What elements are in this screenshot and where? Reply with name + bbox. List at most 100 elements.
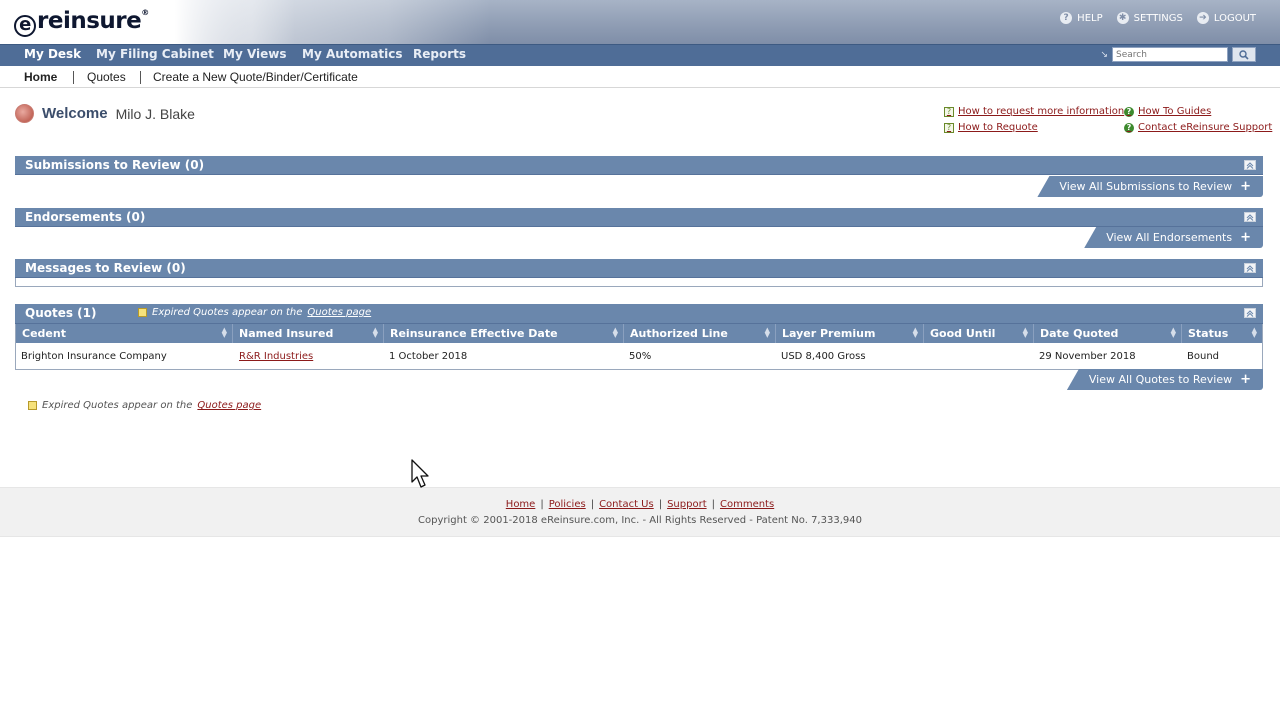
expired-quotes-note: Expired Quotes appear on the Quotes page <box>138 307 371 318</box>
footer-policies-link[interactable]: Policies <box>549 499 586 510</box>
view-all-submissions-button[interactable]: View All Submissions to Review + <box>1037 176 1263 197</box>
ereinsure-logo[interactable]: e reinsure® <box>14 8 149 37</box>
endorsements-panel-header: Endorsements (0) <box>15 208 1263 227</box>
mouse-cursor-icon <box>411 459 429 488</box>
search-arrow-icon: ↘ <box>1100 49 1108 60</box>
avatar <box>15 104 34 123</box>
quotes-page-link[interactable]: Quotes page <box>307 307 371 318</box>
logo-text: reinsure <box>37 8 142 34</box>
column-header-authorized-line[interactable]: Authorized Line ▲ ▼ <box>624 324 776 343</box>
question-box-icon: ? <box>944 122 954 133</box>
gear-icon: ✱ <box>1116 12 1129 24</box>
footer-comments-link[interactable]: Comments <box>720 499 774 510</box>
table-row[interactable]: Brighton Insurance Company R&R Industrie… <box>16 343 1262 369</box>
help-circle-icon: ? <box>1124 122 1134 133</box>
sort-icon: ▲ ▼ <box>612 326 618 339</box>
footer-support-link[interactable]: Support <box>667 499 707 510</box>
column-header-cedent[interactable]: Cedent ▲ ▼ <box>16 324 233 343</box>
sort-icon: ▲ ▼ <box>372 326 378 339</box>
messages-collapse-button[interactable] <box>1244 263 1256 273</box>
copyright-text: Copyright © 2001-2018 eReinsure.com, Inc… <box>418 515 862 526</box>
column-header-good-until[interactable]: Good Until ▲ ▼ <box>924 324 1034 343</box>
logo-e: e <box>14 15 36 37</box>
search-input[interactable] <box>1112 47 1228 62</box>
column-header-status[interactable]: Status ▲ ▼ <box>1182 324 1262 343</box>
subnav-create-quote[interactable]: Create a New Quote/Binder/Certificate <box>153 70 358 84</box>
column-header-date-quoted[interactable]: Date Quoted ▲ ▼ <box>1034 324 1182 343</box>
expired-quotes-footnote: Expired Quotes appear on the Quotes page <box>28 400 261 411</box>
quotes-page-link-bottom[interactable]: Quotes page <box>197 400 261 411</box>
column-header-layer-premium[interactable]: Layer Premium ▲ ▼ <box>776 324 924 343</box>
nav-my-views[interactable]: My Views <box>223 47 287 61</box>
quotes-panel-header: Quotes (1) Expired Quotes appear on the … <box>15 304 1263 324</box>
subnav-home[interactable]: Home <box>24 70 57 84</box>
sort-icon: ▲ ▼ <box>1251 326 1257 339</box>
submissions-collapse-button[interactable] <box>1244 160 1256 170</box>
nav-my-desk[interactable]: My Desk <box>24 47 81 61</box>
sort-icon: ▲ ▼ <box>1170 326 1176 339</box>
page-footer: Home | Policies | Contact Us | Support | Comment… <box>0 487 1280 537</box>
named-insured-link[interactable]: R&R Industries <box>239 351 313 362</box>
sort-icon: ▲ ▼ <box>764 326 770 339</box>
settings-link[interactable]: ✱ SETTINGS <box>1116 12 1183 24</box>
note-icon <box>28 401 37 410</box>
help-link[interactable]: ? HELP <box>1060 12 1103 24</box>
help-label: HELP <box>1077 12 1103 24</box>
column-header-named-insured[interactable]: Named Insured ▲ ▼ <box>233 324 384 343</box>
logout-link[interactable]: ➔ LOGOUT <box>1196 12 1256 24</box>
footer-home-link[interactable]: Home <box>506 499 536 510</box>
logo-registered-mark: ® <box>141 8 149 17</box>
link-request-info[interactable]: ? How to request more information <box>944 106 1124 117</box>
link-contact-support[interactable]: ? Contact eReinsure Support <box>1124 122 1272 133</box>
endorsements-title: Endorsements (0) <box>25 210 146 224</box>
search-icon <box>1239 49 1249 60</box>
user-name: Milo J. Blake <box>115 105 195 122</box>
sort-icon: ▲ ▼ <box>1022 326 1028 339</box>
plus-icon: + <box>1240 230 1251 245</box>
help-icon: ? <box>1060 12 1073 24</box>
submissions-panel-header: Submissions to Review (0) <box>15 156 1263 175</box>
settings-label: SETTINGS <box>1133 12 1183 24</box>
nav-reports[interactable]: Reports <box>413 47 466 61</box>
app-header: e reinsure® ? HELP ✱ SETTINGS ➔ LOGOUT <box>0 0 1280 44</box>
question-box-icon: ? <box>944 106 954 117</box>
chevron-up-icon <box>1246 161 1254 169</box>
search-button[interactable] <box>1232 47 1256 62</box>
link-how-to-guides[interactable]: ? How To Guides <box>1124 106 1211 117</box>
note-icon <box>138 308 147 317</box>
chevron-up-icon <box>1246 213 1254 221</box>
nav-my-filing-cabinet[interactable]: My Filing Cabinet <box>96 47 214 61</box>
cell-effective-date: 1 October 2018 <box>389 351 468 362</box>
main-nav: My Desk My Filing Cabinet My Views My Au… <box>0 44 1280 66</box>
welcome-label: Welcome <box>42 105 108 122</box>
messages-panel-header: Messages to Review (0) <box>15 259 1263 278</box>
sort-icon: ▲ ▼ <box>221 326 227 339</box>
messages-panel-body <box>15 278 1263 287</box>
nav-my-automatics[interactable]: My Automatics <box>302 47 402 61</box>
plus-icon: + <box>1240 179 1251 194</box>
search-area: ↘ <box>1100 47 1256 62</box>
link-requote[interactable]: ? How to Requote <box>944 122 1038 133</box>
footer-contact-link[interactable]: Contact Us <box>599 499 654 510</box>
view-all-quotes-button[interactable]: View All Quotes to Review + <box>1066 369 1263 390</box>
welcome-area: Welcome Milo J. Blake <box>15 104 195 123</box>
logout-label: LOGOUT <box>1213 12 1256 24</box>
submissions-title: Submissions to Review (0) <box>25 158 205 172</box>
column-header-effective-date[interactable]: Reinsurance Effective Date ▲ ▼ <box>384 324 624 343</box>
plus-icon: + <box>1240 372 1251 387</box>
quotes-title: Quotes (1) <box>25 306 97 320</box>
cell-status: Bound <box>1187 351 1220 362</box>
subnav-quotes[interactable]: Quotes <box>87 70 126 84</box>
top-links: ? HELP ✱ SETTINGS ➔ LOGOUT <box>1060 12 1256 24</box>
cell-named-insured: R&R Industries <box>239 351 313 362</box>
quotes-table-header: Cedent ▲ ▼ Named Insured ▲ ▼ Reinsurance Eff… <box>16 324 1262 343</box>
cell-cedent: Brighton Insurance Company <box>21 351 167 362</box>
cell-layer-premium: USD 8,400 Gross <box>781 351 866 362</box>
chevron-up-icon <box>1246 264 1254 272</box>
quotes-collapse-button[interactable] <box>1244 308 1256 318</box>
messages-title: Messages to Review (0) <box>25 261 186 275</box>
sort-icon: ▲ ▼ <box>912 326 918 339</box>
view-all-endorsements-button[interactable]: View All Endorsements + <box>1084 227 1263 248</box>
cell-authorized-line: 50% <box>629 351 652 362</box>
endorsements-collapse-button[interactable] <box>1244 212 1256 222</box>
